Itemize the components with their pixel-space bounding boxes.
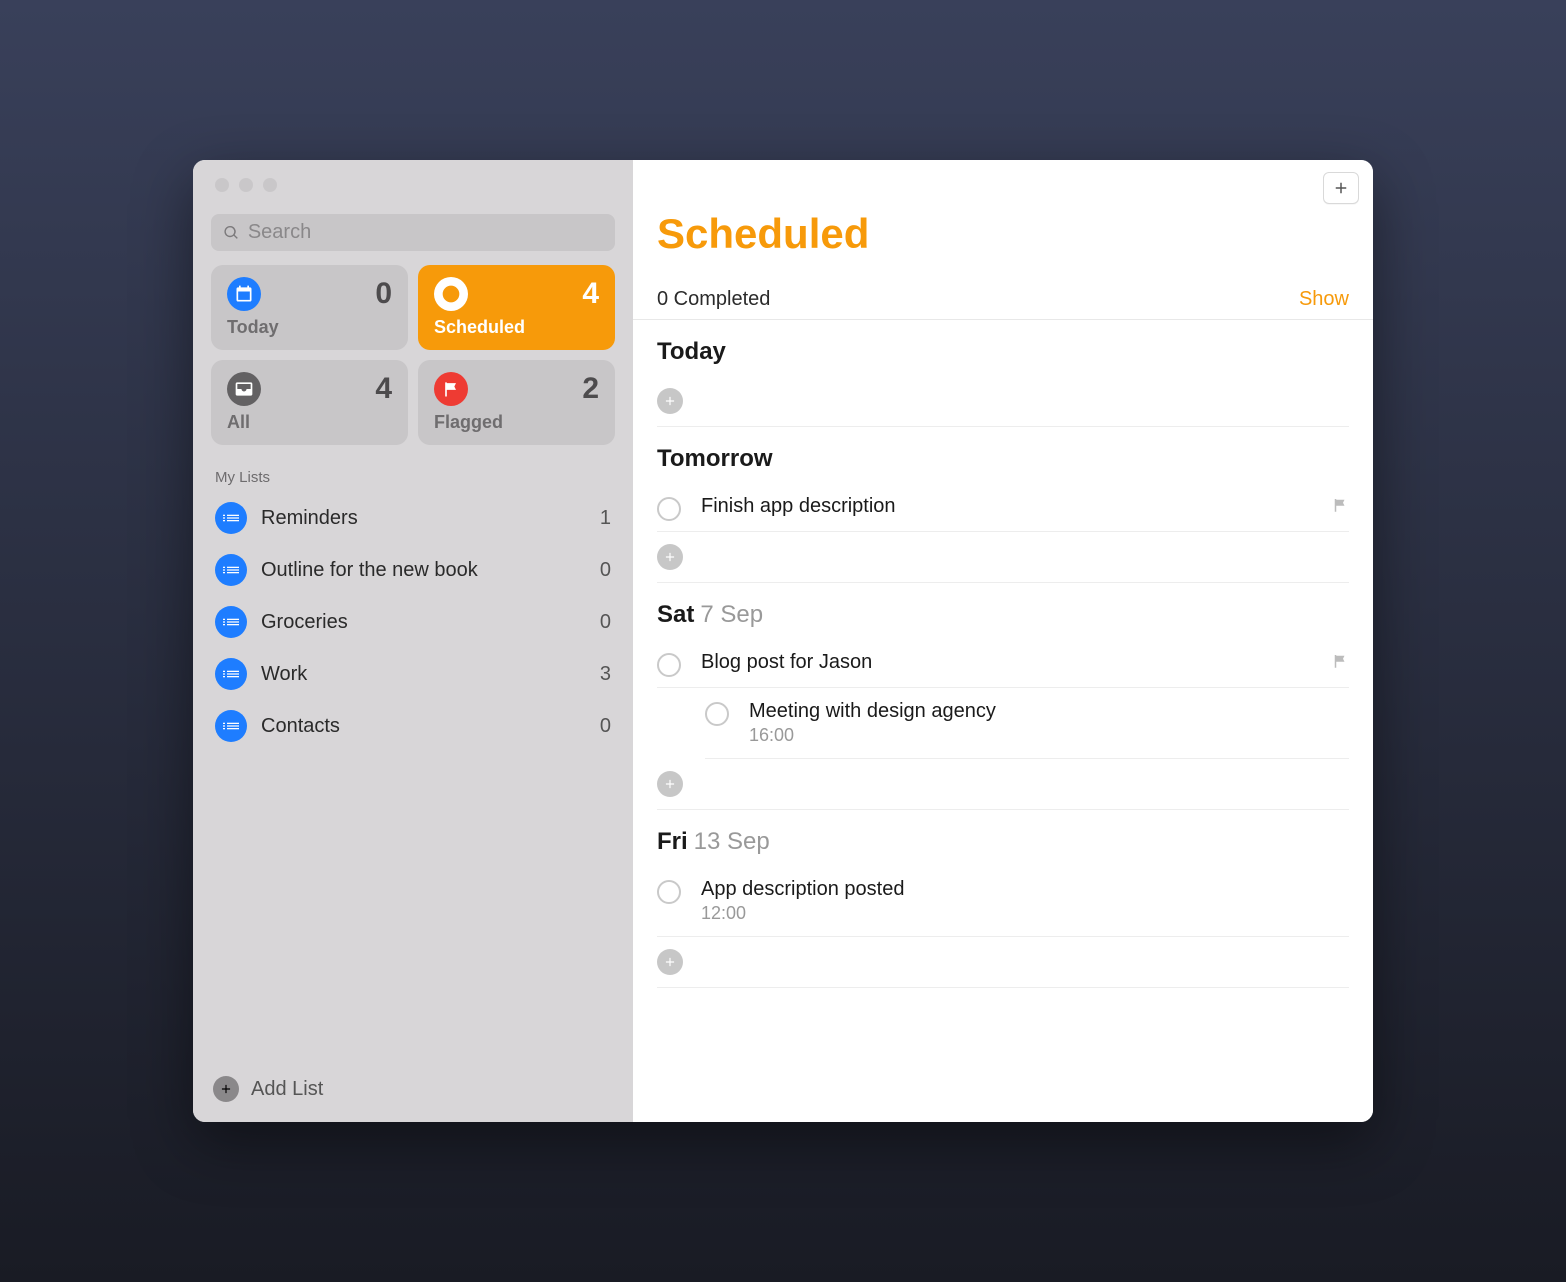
- page-title: Scheduled: [633, 204, 1373, 258]
- add-list-label: Add List: [251, 1078, 323, 1101]
- clock-icon: [434, 277, 468, 311]
- show-completed-button[interactable]: Show: [1299, 288, 1349, 311]
- smart-scheduled-count: 4: [582, 277, 599, 311]
- task-checkbox[interactable]: [705, 702, 729, 726]
- list-icon: [215, 710, 247, 742]
- zoom-window[interactable]: [263, 178, 277, 192]
- task-list: App description posted12:00: [657, 866, 1349, 988]
- task-list: [657, 376, 1349, 427]
- plus-icon[interactable]: [657, 544, 683, 570]
- completed-count: 0 Completed: [657, 288, 770, 311]
- task-title: App description posted: [701, 878, 1349, 901]
- add-task-row[interactable]: [657, 937, 1349, 988]
- main-panel: Scheduled 0 Completed Show Today Tomorrow…: [633, 160, 1373, 1122]
- tray-icon: [227, 372, 261, 406]
- list-count: 1: [600, 507, 611, 530]
- date-section: Tomorrow Finish app description: [657, 427, 1349, 583]
- smart-flagged[interactable]: 2 Flagged: [418, 360, 615, 445]
- date-header: Sat7 Sep: [657, 601, 1349, 629]
- minimize-window[interactable]: [239, 178, 253, 192]
- smart-lists: 0 Today 4 Scheduled 4 All: [193, 265, 633, 445]
- list-item[interactable]: Outline for the new book0: [207, 544, 619, 596]
- list-item[interactable]: Contacts0: [207, 700, 619, 752]
- task-list: Blog post for Jason Meeting with design a…: [657, 639, 1349, 810]
- sidebar: 0 Today 4 Scheduled 4 All: [193, 160, 633, 1122]
- app-window: 0 Today 4 Scheduled 4 All: [193, 160, 1373, 1122]
- close-window[interactable]: [215, 178, 229, 192]
- flag-icon: [434, 372, 468, 406]
- list-count: 3: [600, 663, 611, 686]
- task-time: 12:00: [701, 903, 1349, 924]
- task-row[interactable]: Blog post for Jason: [657, 639, 1349, 688]
- smart-scheduled-label: Scheduled: [434, 317, 599, 338]
- smart-all-label: All: [227, 412, 392, 433]
- task-list: Finish app description: [657, 483, 1349, 583]
- search-input[interactable]: [248, 221, 603, 244]
- flag-icon: [1331, 496, 1349, 519]
- sections: Today Tomorrow Finish app description Sat7 …: [633, 320, 1373, 1008]
- flag-icon: [1331, 652, 1349, 675]
- date-section: Fri13 Sep App description posted12:00: [657, 810, 1349, 988]
- plus-icon[interactable]: [657, 771, 683, 797]
- date-section: Today: [657, 320, 1349, 427]
- date-section: Sat7 Sep Blog post for Jason Meeting with …: [657, 583, 1349, 810]
- plus-icon: [1332, 179, 1350, 197]
- list-icon: [215, 658, 247, 690]
- list-name: Contacts: [261, 715, 600, 738]
- plus-icon[interactable]: [657, 949, 683, 975]
- smart-all[interactable]: 4 All: [211, 360, 408, 445]
- smart-scheduled[interactable]: 4 Scheduled: [418, 265, 615, 350]
- task-row[interactable]: Meeting with design agency16:00: [705, 688, 1349, 759]
- add-list-button[interactable]: Add List: [213, 1076, 613, 1102]
- new-reminder-button[interactable]: [1323, 172, 1359, 204]
- smart-today[interactable]: 0 Today: [211, 265, 408, 350]
- smart-all-count: 4: [375, 372, 392, 406]
- list-count: 0: [600, 715, 611, 738]
- task-title: Blog post for Jason: [701, 651, 1321, 674]
- lists: Reminders1Outline for the new book0Groce…: [193, 492, 633, 752]
- list-name: Reminders: [261, 507, 600, 530]
- list-icon: [215, 606, 247, 638]
- date-header: Today: [657, 338, 1349, 366]
- list-name: Outline for the new book: [261, 559, 600, 582]
- add-task-row[interactable]: [657, 376, 1349, 427]
- task-row[interactable]: Finish app description: [657, 483, 1349, 532]
- add-task-row[interactable]: [657, 759, 1349, 810]
- smart-flagged-count: 2: [582, 372, 599, 406]
- task-checkbox[interactable]: [657, 653, 681, 677]
- task-checkbox[interactable]: [657, 880, 681, 904]
- list-icon: [215, 502, 247, 534]
- plus-icon: [213, 1076, 239, 1102]
- task-time: 16:00: [749, 725, 1349, 746]
- search-field[interactable]: [211, 214, 615, 251]
- search-icon: [223, 224, 240, 242]
- list-count: 0: [600, 611, 611, 634]
- add-task-row[interactable]: [657, 532, 1349, 583]
- list-item[interactable]: Reminders1: [207, 492, 619, 544]
- list-name: Work: [261, 663, 600, 686]
- smart-today-count: 0: [375, 277, 392, 311]
- list-count: 0: [600, 559, 611, 582]
- my-lists-header: My Lists: [193, 445, 633, 492]
- calendar-icon: [227, 277, 261, 311]
- list-item[interactable]: Work3: [207, 648, 619, 700]
- date-header: Fri13 Sep: [657, 828, 1349, 856]
- task-title: Meeting with design agency: [749, 700, 1349, 723]
- task-row[interactable]: App description posted12:00: [657, 866, 1349, 937]
- list-item[interactable]: Groceries0: [207, 596, 619, 648]
- date-header: Tomorrow: [657, 445, 1349, 473]
- task-title: Finish app description: [701, 495, 1321, 518]
- task-checkbox[interactable]: [657, 497, 681, 521]
- smart-flagged-label: Flagged: [434, 412, 599, 433]
- plus-icon[interactable]: [657, 388, 683, 414]
- list-icon: [215, 554, 247, 586]
- list-name: Groceries: [261, 611, 600, 634]
- window-controls: [193, 160, 633, 192]
- smart-today-label: Today: [227, 317, 392, 338]
